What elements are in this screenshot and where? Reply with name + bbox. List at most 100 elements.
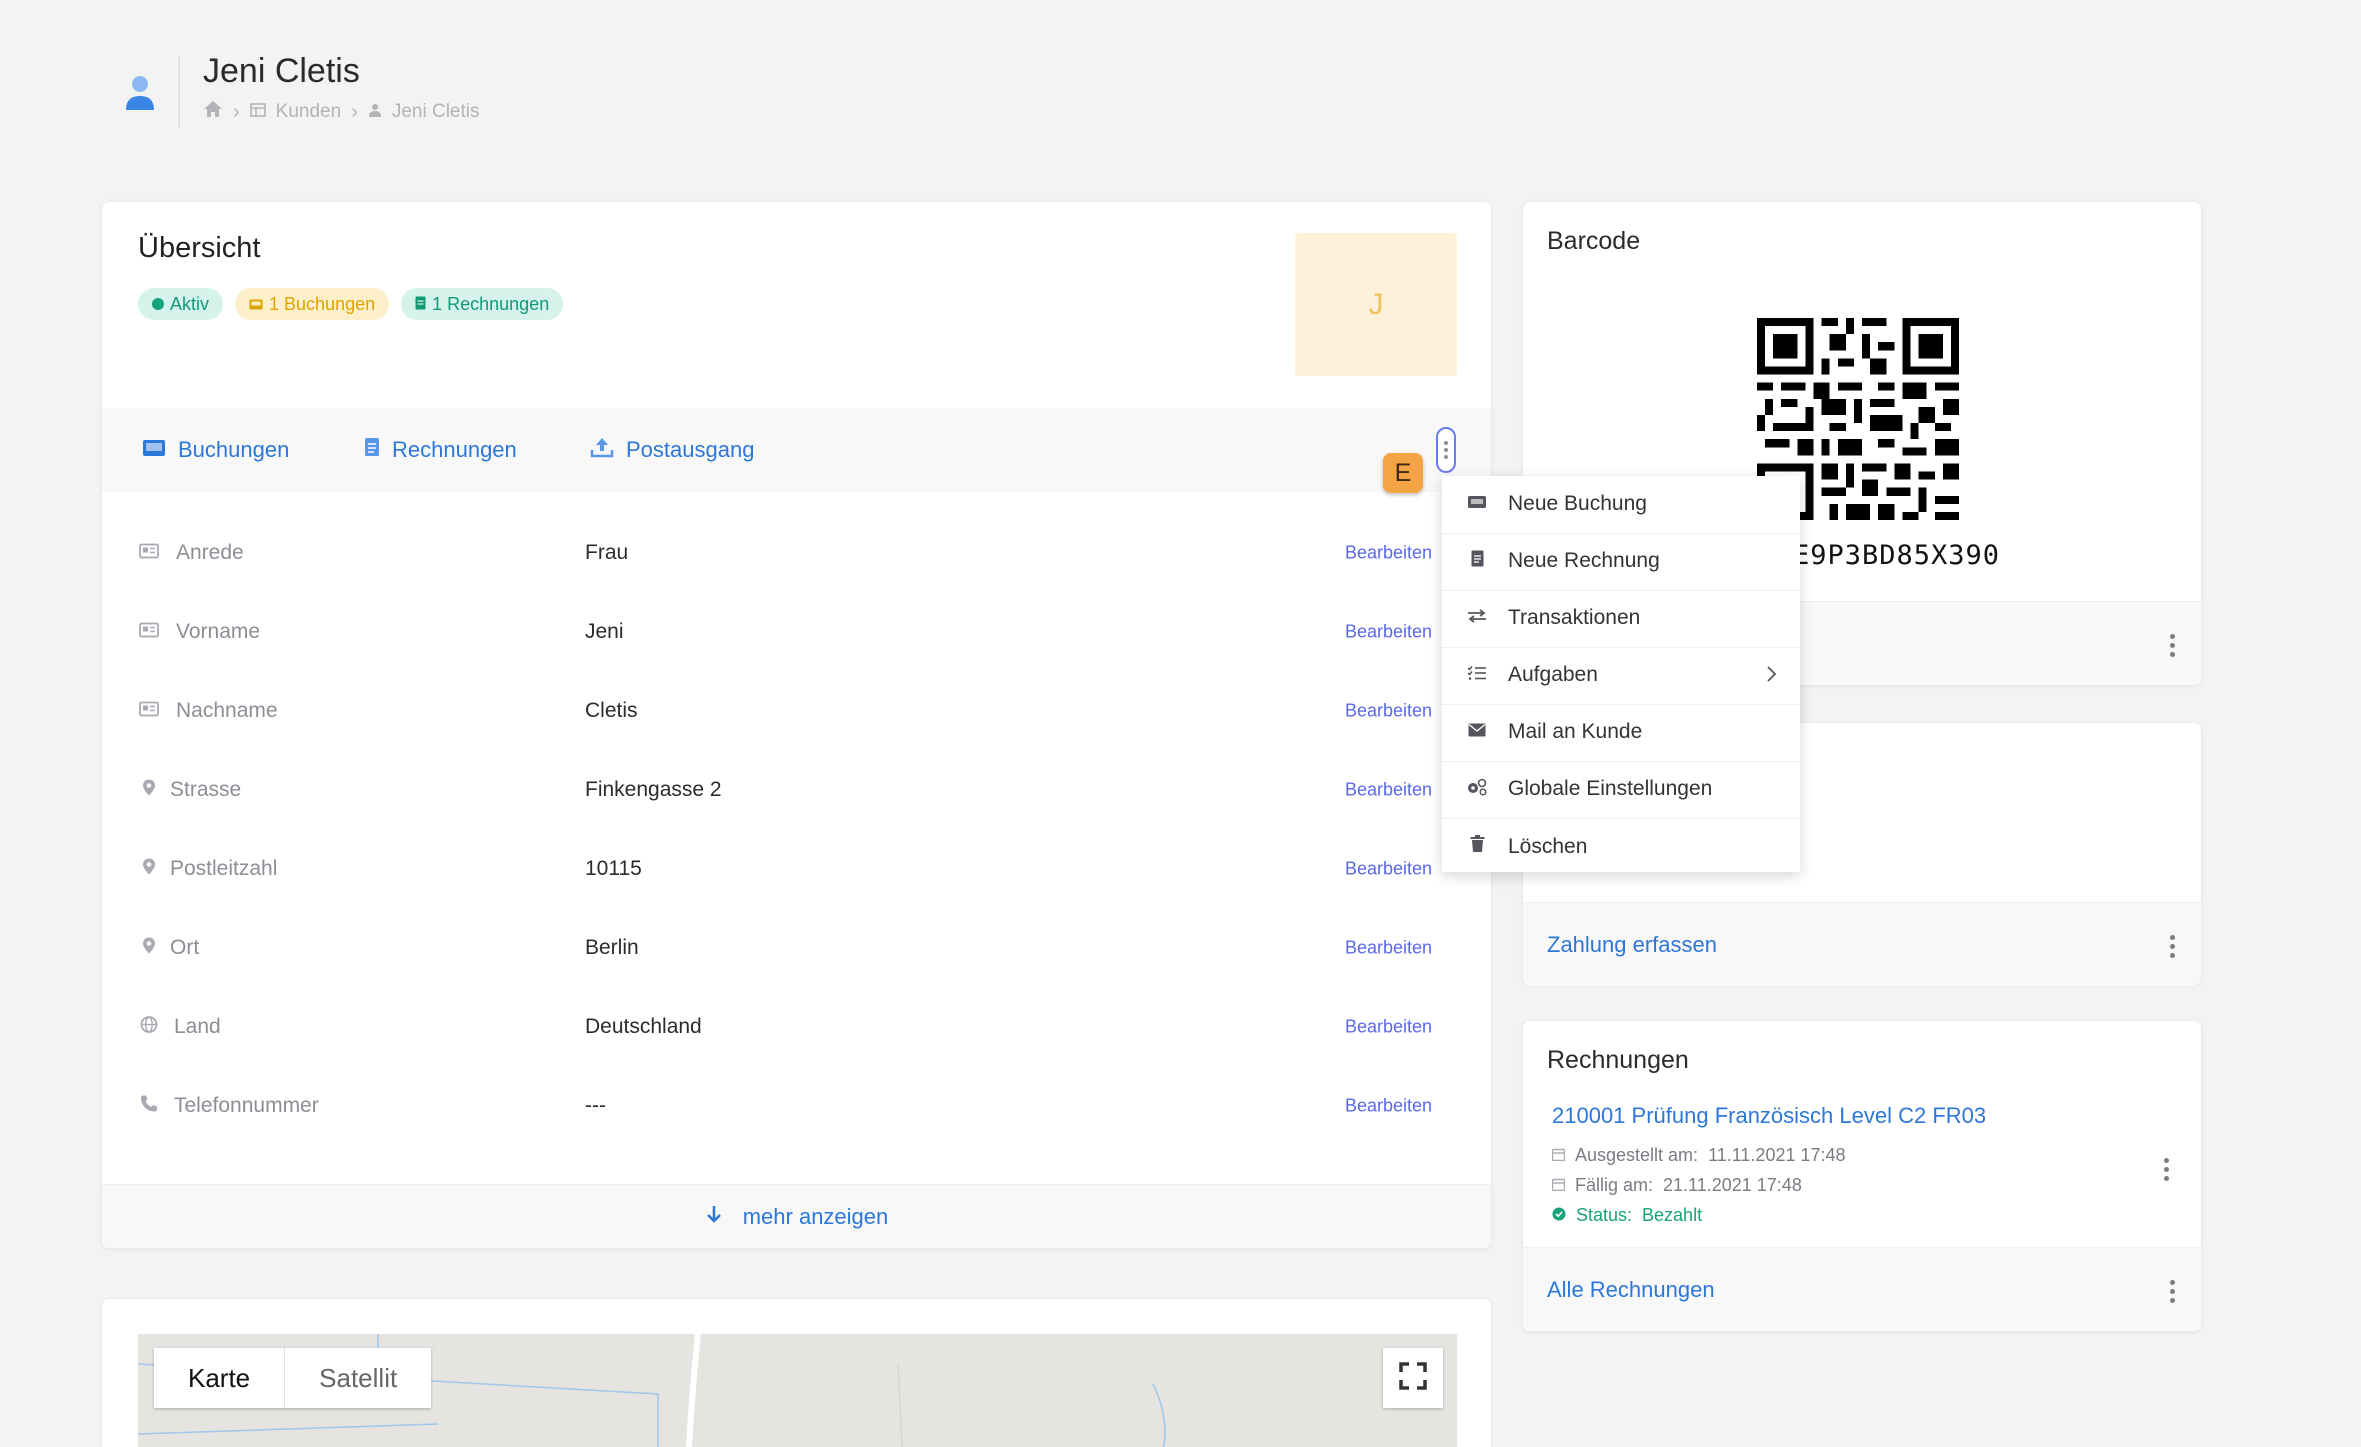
menu-item-global-settings[interactable]: Globale Einstellungen — [1442, 761, 1800, 819]
header-divider — [178, 56, 180, 128]
field-row-salutation: Anrede Frau Bearbeiten — [102, 513, 1491, 592]
menu-item-mail-customer[interactable]: Mail an Kunde — [1442, 704, 1800, 762]
kebab-dot — [1444, 455, 1448, 459]
trash-icon — [1466, 835, 1488, 858]
more-actions-button[interactable] — [1436, 427, 1456, 473]
invoices-card: Rechnungen 210001 Prüfung Französisch Le… — [1522, 1020, 2202, 1332]
badge-label: 1 Buchungen — [269, 293, 376, 314]
breadcrumb-customers[interactable]: Kunden — [276, 101, 342, 123]
field-label: Land — [174, 1014, 221, 1038]
edit-link[interactable]: Bearbeiten — [1345, 858, 1432, 879]
tab-label: Postausgang — [626, 437, 755, 462]
all-invoices-link[interactable]: Alle Rechnungen — [1547, 1277, 1715, 1303]
due-value: 21.11.2021 17:48 — [1663, 1175, 1802, 1195]
invoice-icon — [1466, 550, 1488, 572]
field-label: Vorname — [176, 619, 261, 643]
kebab-dot — [1444, 448, 1448, 452]
invoices-footer-options-icon[interactable] — [2170, 1280, 2176, 1303]
map-type-toggle: Karte Satellit — [154, 1348, 432, 1408]
breadcrumb: › Kunden › Jeni Cletis — [203, 100, 480, 124]
tab-bookings[interactable]: Buchungen — [142, 408, 289, 492]
map-type-map-button[interactable]: Karte — [154, 1348, 284, 1408]
map-pin-icon — [138, 936, 160, 959]
issued-label: Ausgestellt am: — [1575, 1145, 1699, 1165]
bookings-count-badge: 1 Buchungen — [235, 288, 390, 320]
booking-icon — [249, 294, 263, 315]
invoices-footer: Alle Rechnungen — [1523, 1247, 2201, 1331]
edit-link[interactable]: Bearbeiten — [1345, 1016, 1432, 1037]
edit-link[interactable]: Bearbeiten — [1345, 937, 1432, 958]
booking-icon — [142, 437, 166, 463]
menu-item-label: Globale Einstellungen — [1508, 777, 1713, 801]
menu-item-label: Aufgaben — [1508, 663, 1598, 687]
menu-item-delete[interactable]: Löschen — [1442, 818, 1800, 876]
active-dot-icon — [152, 298, 164, 310]
show-more-button[interactable]: mehr anzeigen — [102, 1184, 1491, 1248]
breadcrumb-separator: › — [233, 100, 240, 123]
issued-value: 11.11.2021 17:48 — [1708, 1145, 1846, 1165]
field-row-city: Ort Berlin Bearbeiten — [102, 908, 1491, 987]
page-title: Jeni Cletis — [203, 52, 360, 90]
status-badge-active: Aktiv — [138, 288, 224, 320]
field-label: Nachname — [176, 698, 278, 722]
id-card-icon — [138, 700, 160, 721]
menu-item-label: Mail an Kunde — [1508, 720, 1643, 744]
edit-link[interactable]: Bearbeiten — [1345, 700, 1432, 721]
field-value: 10115 — [585, 856, 642, 880]
menu-item-label: Transaktionen — [1508, 606, 1641, 630]
field-value: Cletis — [585, 698, 638, 722]
invoice-options-icon[interactable] — [2164, 1158, 2170, 1181]
keyboard-hint-badge: E — [1383, 453, 1423, 493]
user-icon — [368, 101, 382, 123]
barcode-options-icon[interactable] — [2170, 634, 2176, 657]
invoices-count-badge: 1 Rechnungen — [401, 288, 564, 320]
actions-dropdown-menu: Neue Buchung Neue Rechnung Transaktionen… — [1442, 476, 1800, 872]
edit-link[interactable]: Bearbeiten — [1345, 542, 1432, 563]
field-value: --- — [585, 1093, 606, 1117]
map-pin-icon — [138, 857, 160, 880]
menu-item-new-booking[interactable]: Neue Buchung — [1442, 476, 1800, 534]
map-pin-icon — [138, 778, 160, 801]
invoice-due: Fällig am: 21.11.2021 17:48 — [1551, 1175, 1802, 1196]
breadcrumb-current: Jeni Cletis — [391, 101, 480, 122]
field-row-firstname: Vorname Jeni Bearbeiten — [102, 592, 1491, 671]
field-label: Anrede — [176, 540, 244, 564]
map-type-satellite-button[interactable]: Satellit — [284, 1348, 431, 1408]
field-value: Deutschland — [585, 1014, 702, 1038]
overview-title: Übersicht — [138, 232, 261, 264]
status-label: Status: — [1576, 1205, 1633, 1225]
invoice-link[interactable]: 210001 Prüfung Französisch Level C2 FR03 — [1552, 1103, 1986, 1129]
edit-link[interactable]: Bearbeiten — [1345, 1095, 1432, 1116]
menu-item-tasks[interactable]: Aufgaben — [1442, 647, 1800, 705]
record-payment-link[interactable]: Zahlung erfassen — [1547, 932, 1717, 958]
overview-tabs: Buchungen Rechnungen Postausgang E — [102, 408, 1491, 493]
field-row-country: Land Deutschland Bearbeiten — [102, 987, 1491, 1066]
field-value: Frau — [585, 540, 629, 564]
upload-icon — [590, 436, 614, 464]
invoice-status: Status: Bezahlt — [1552, 1205, 1702, 1226]
field-label: Telefonnummer — [174, 1093, 319, 1117]
gears-icon — [1466, 778, 1488, 801]
payment-options-icon[interactable] — [2170, 935, 2176, 958]
fullscreen-button[interactable] — [1383, 1348, 1443, 1408]
field-value: Jeni — [585, 619, 624, 643]
edit-link[interactable]: Bearbeiten — [1345, 779, 1432, 800]
home-icon[interactable] — [203, 100, 223, 124]
map-view[interactable]: Karte Satellit — [138, 1334, 1457, 1447]
barcode-value: E9P3BD85X390 — [1793, 540, 2001, 571]
menu-item-transactions[interactable]: Transaktionen — [1442, 590, 1800, 648]
menu-item-label: Neue Rechnung — [1508, 549, 1660, 573]
tab-invoices[interactable]: Rechnungen — [364, 408, 517, 492]
status-badges: Aktiv 1 Buchungen 1 Rechnungen — [138, 288, 564, 320]
field-row-phone: Telefonnummer --- Bearbeiten — [102, 1066, 1491, 1145]
field-row-street: Strasse Finkengasse 2 Bearbeiten — [102, 750, 1491, 829]
breadcrumb-separator: › — [351, 100, 358, 123]
status-value: Bezahlt — [1642, 1205, 1703, 1225]
arrow-down-icon — [705, 1204, 723, 1230]
field-label: Ort — [170, 935, 200, 959]
edit-link[interactable]: Bearbeiten — [1345, 621, 1432, 642]
badge-label: 1 Rechnungen — [432, 293, 550, 314]
customer-initial-avatar: J — [1295, 233, 1457, 376]
tab-outbox[interactable]: Postausgang — [590, 408, 754, 492]
menu-item-new-invoice[interactable]: Neue Rechnung — [1442, 533, 1800, 591]
